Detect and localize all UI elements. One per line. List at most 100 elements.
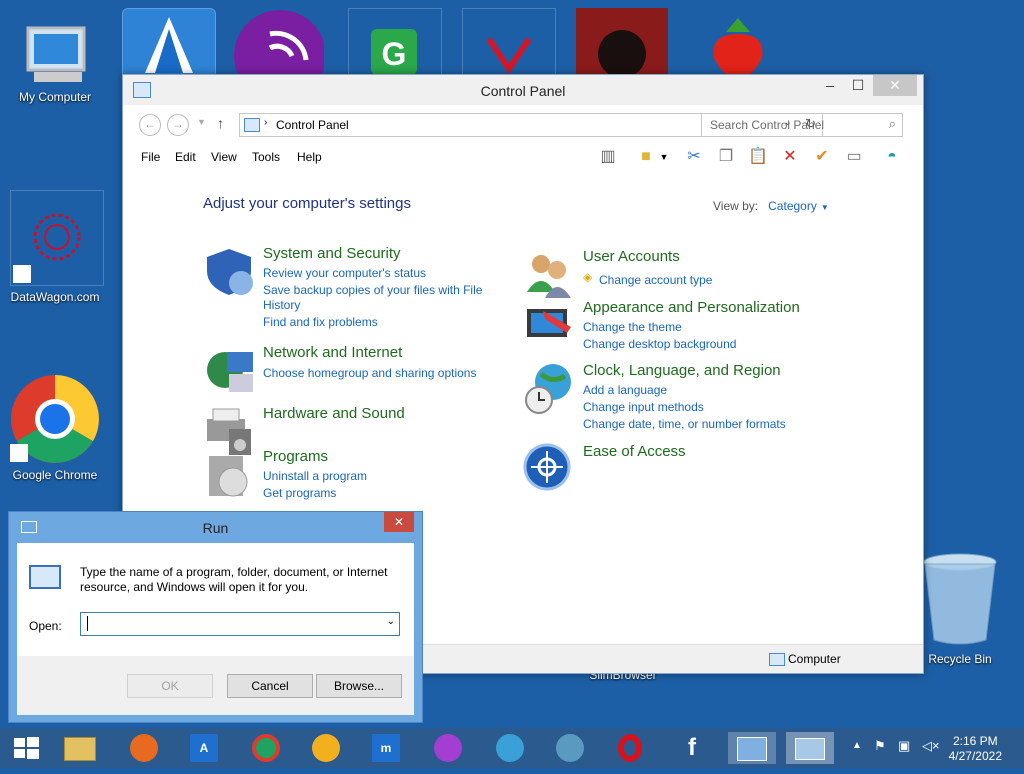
- cancel-button[interactable]: Cancel: [227, 674, 313, 698]
- cent-browser-icon[interactable]: [490, 732, 530, 764]
- desktop-icon-top-5[interactable]: [576, 8, 668, 78]
- menu-view[interactable]: View: [211, 150, 237, 164]
- action-center-icon[interactable]: ⚑: [874, 738, 886, 754]
- address-cp-icon: [244, 118, 260, 132]
- maxthon-icon[interactable]: m: [366, 732, 406, 764]
- folder-icon[interactable]: ■: [633, 145, 659, 169]
- desktop-icon-recycle-bin[interactable]: Recycle Bin: [915, 552, 1005, 666]
- file-explorer-icon[interactable]: [60, 732, 100, 764]
- category-ease-of-access: Ease of Access: [523, 443, 823, 493]
- category-title[interactable]: Programs: [263, 448, 328, 465]
- programs-icon: [209, 456, 248, 497]
- close-button[interactable]: ✕: [873, 75, 917, 96]
- category-link[interactable]: Change input methods: [583, 400, 704, 414]
- forward-button[interactable]: →: [167, 114, 189, 136]
- category-link[interactable]: Get programs: [263, 486, 336, 500]
- search-placeholder: Search Control Panel: [710, 118, 825, 132]
- open-combobox[interactable]: ⌄: [80, 612, 400, 636]
- colorful-browser-icon[interactable]: [428, 732, 468, 764]
- view-by-chevron-icon[interactable]: ▼: [821, 203, 829, 212]
- shell-icon[interactable]: ◓: [879, 145, 905, 169]
- category-link[interactable]: Add a language: [583, 383, 667, 397]
- desktop-icon-google-chrome[interactable]: Google Chrome: [10, 374, 100, 482]
- window-title: Control Panel: [480, 83, 566, 99]
- category-link[interactable]: History: [263, 298, 300, 312]
- desktop-icon-top-2[interactable]: [232, 8, 326, 102]
- category-title[interactable]: User Accounts: [583, 248, 680, 265]
- delete-icon[interactable]: ✕: [777, 145, 803, 169]
- desktop-icon-top-1[interactable]: [122, 8, 216, 78]
- category-link[interactable]: Review your computer's status: [263, 266, 426, 280]
- breadcrumb[interactable]: Control Panel: [276, 118, 349, 132]
- opera-icon[interactable]: [610, 732, 650, 764]
- security-browser-icon[interactable]: [306, 732, 346, 764]
- tray-overflow-icon[interactable]: ▲: [852, 740, 862, 751]
- network-globe-icon: [207, 352, 253, 392]
- control-panel-taskbar-icon[interactable]: [728, 732, 776, 764]
- category-title[interactable]: Clock, Language, and Region: [583, 362, 781, 379]
- cut-icon[interactable]: ✂: [681, 145, 707, 169]
- maximize-button[interactable]: ☐: [845, 75, 871, 96]
- status-text: Computer: [788, 652, 841, 666]
- category-title[interactable]: Appearance and Personalization: [583, 299, 800, 316]
- up-button[interactable]: ↑: [217, 115, 224, 131]
- chrome-taskbar-icon[interactable]: [246, 732, 286, 764]
- paste-icon[interactable]: 📋: [745, 145, 771, 169]
- category-link[interactable]: Choose homegroup and sharing options: [263, 366, 476, 380]
- menu-edit[interactable]: Edit: [175, 150, 196, 164]
- menu-file[interactable]: File: [141, 150, 160, 164]
- run-title: Run: [202, 520, 229, 536]
- volume-muted-icon[interactable]: ◁×: [922, 738, 940, 754]
- desktop-icon-my-computer[interactable]: My Computer: [10, 24, 100, 104]
- run-taskbar-icon[interactable]: [786, 732, 834, 764]
- category-link[interactable]: Find and fix problems: [263, 315, 378, 329]
- search-input[interactable]: Search Control Panel ⌕: [701, 113, 903, 137]
- back-button[interactable]: ←: [139, 114, 161, 136]
- svg-text:G: G: [382, 36, 407, 72]
- clock[interactable]: 2:16 PM 4/27/2022: [949, 734, 1002, 764]
- search-icon[interactable]: ⌕: [889, 116, 896, 132]
- copy-icon[interactable]: ❐: [713, 145, 739, 169]
- category-title[interactable]: Network and Internet: [263, 344, 402, 361]
- g-app-icon: G: [371, 29, 417, 75]
- desktop-icon-top-4[interactable]: [462, 8, 556, 78]
- category-title[interactable]: Hardware and Sound: [263, 405, 405, 422]
- category-link[interactable]: Change date, time, or number formats: [583, 417, 786, 431]
- folder-dropdown-icon[interactable]: ▼: [657, 145, 671, 169]
- control-panel-titlebar[interactable]: Control Panel – ☐ ✕: [123, 75, 923, 105]
- desktop-icon-top-6[interactable]: [692, 8, 784, 80]
- category-title[interactable]: Ease of Access: [583, 443, 686, 460]
- category-link[interactable]: Save backup copies of your files with Fi…: [263, 283, 482, 297]
- globe-browser-icon[interactable]: [550, 732, 590, 764]
- open-dropdown-icon[interactable]: ⌄: [387, 616, 395, 627]
- desktop-icon-top-3[interactable]: G: [348, 8, 442, 78]
- recent-locations-button[interactable]: ▼: [197, 117, 206, 127]
- category-link[interactable]: Uninstall a program: [263, 469, 367, 483]
- layout-pane-icon[interactable]: ▥: [595, 145, 621, 169]
- ok-button[interactable]: OK: [127, 674, 213, 698]
- start-button[interactable]: [6, 732, 46, 764]
- view-by-dropdown[interactable]: Category: [768, 199, 817, 213]
- firefox-icon[interactable]: [124, 732, 164, 764]
- category-title[interactable]: System and Security: [263, 245, 401, 262]
- minimize-button[interactable]: –: [817, 75, 843, 96]
- users-icon: [527, 255, 571, 298]
- checkmark-icon[interactable]: ✔: [809, 145, 835, 169]
- run-footer: OK Cancel Browse...: [17, 656, 414, 715]
- run-close-button[interactable]: ✕: [384, 512, 414, 532]
- shield-icon: [207, 249, 253, 295]
- menu-tools[interactable]: Tools: [252, 150, 280, 164]
- browse-button[interactable]: Browse...: [316, 674, 402, 698]
- desktop-icon-label: Google Chrome: [12, 468, 98, 482]
- category-system-security: System and Security Review your computer…: [203, 245, 503, 335]
- arrow-browser-icon[interactable]: A: [184, 732, 224, 764]
- network-tray-icon[interactable]: ▣: [898, 738, 910, 754]
- facebook-icon[interactable]: f: [672, 732, 712, 764]
- properties-icon[interactable]: ▭: [841, 145, 867, 169]
- category-link[interactable]: Change the theme: [583, 320, 682, 334]
- category-link[interactable]: Change account type: [599, 273, 712, 287]
- menu-help[interactable]: Help: [297, 150, 322, 164]
- category-link[interactable]: Change desktop background: [583, 337, 736, 351]
- category-programs: Programs Uninstall a program Get program…: [203, 448, 503, 508]
- desktop-icon-datawagon[interactable]: DataWagon.com: [10, 190, 104, 304]
